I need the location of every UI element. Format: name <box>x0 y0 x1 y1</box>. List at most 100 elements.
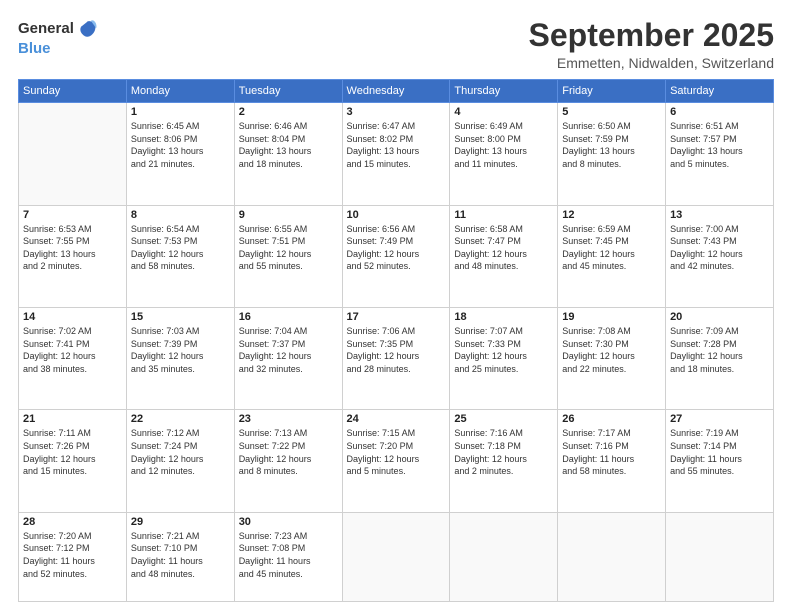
calendar-day-cell: 18 Sunrise: 7:07 AMSunset: 7:33 PMDayligh… <box>450 308 558 410</box>
calendar-day-cell: 20 Sunrise: 7:09 AMSunset: 7:28 PMDayligh… <box>666 308 774 410</box>
day-info: Sunrise: 7:13 AMSunset: 7:22 PMDaylight:… <box>239 427 338 477</box>
calendar-day-cell: 5 Sunrise: 6:50 AMSunset: 7:59 PMDaylight… <box>558 103 666 205</box>
logo: General Blue <box>18 18 98 58</box>
day-number: 13 <box>670 209 769 221</box>
day-info: Sunrise: 6:58 AMSunset: 7:47 PMDaylight:… <box>454 223 553 273</box>
day-number: 21 <box>23 413 122 425</box>
day-info: Sunrise: 7:23 AMSunset: 7:08 PMDaylight:… <box>239 530 338 580</box>
weekday-header-saturday: Saturday <box>666 80 774 103</box>
day-number: 25 <box>454 413 553 425</box>
day-number: 1 <box>131 106 230 118</box>
day-number: 5 <box>562 106 661 118</box>
day-number: 18 <box>454 311 553 323</box>
calendar-day-cell: 9 Sunrise: 6:55 AMSunset: 7:51 PMDaylight… <box>234 205 342 307</box>
day-number: 30 <box>239 516 338 528</box>
day-number: 24 <box>347 413 446 425</box>
month-title: September 2025 <box>529 18 774 53</box>
day-info: Sunrise: 7:08 AMSunset: 7:30 PMDaylight:… <box>562 325 661 375</box>
calendar-week-row: 7 Sunrise: 6:53 AMSunset: 7:55 PMDaylight… <box>19 205 774 307</box>
day-number: 28 <box>23 516 122 528</box>
calendar-day-cell: 13Sunrise: 7:00 AMSunset: 7:43 PMDayligh… <box>666 205 774 307</box>
day-number: 8 <box>131 209 230 221</box>
day-info: Sunrise: 7:21 AMSunset: 7:10 PMDaylight:… <box>131 530 230 580</box>
day-info: Sunrise: 7:09 AMSunset: 7:28 PMDaylight:… <box>670 325 769 375</box>
calendar-day-cell: 22 Sunrise: 7:12 AMSunset: 7:24 PMDayligh… <box>126 410 234 512</box>
calendar-day-cell: 10 Sunrise: 6:56 AMSunset: 7:49 PMDayligh… <box>342 205 450 307</box>
calendar-day-cell: 17 Sunrise: 7:06 AMSunset: 7:35 PMDayligh… <box>342 308 450 410</box>
day-info: Sunrise: 7:07 AMSunset: 7:33 PMDaylight:… <box>454 325 553 375</box>
day-info: Sunrise: 7:04 AMSunset: 7:37 PMDaylight:… <box>239 325 338 375</box>
calendar-day-cell: 2Sunrise: 6:46 AMSunset: 8:04 PMDaylight… <box>234 103 342 205</box>
calendar-day-cell: 19Sunrise: 7:08 AMSunset: 7:30 PMDayligh… <box>558 308 666 410</box>
day-number: 16 <box>239 311 338 323</box>
logo-general-text: General <box>18 21 74 38</box>
day-info: Sunrise: 6:45 AMSunset: 8:06 PMDaylight:… <box>131 120 230 170</box>
calendar-day-cell: 12 Sunrise: 6:59 AMSunset: 7:45 PMDayligh… <box>558 205 666 307</box>
day-info: Sunrise: 7:16 AMSunset: 7:18 PMDaylight:… <box>454 427 553 477</box>
day-info: Sunrise: 6:59 AMSunset: 7:45 PMDaylight:… <box>562 223 661 273</box>
header: General Blue September 2025 Emmetten, Ni… <box>18 18 774 71</box>
day-number: 27 <box>670 413 769 425</box>
calendar-table: SundayMondayTuesdayWednesdayThursdayFrid… <box>18 79 774 602</box>
day-info: Sunrise: 6:50 AMSunset: 7:59 PMDaylight:… <box>562 120 661 170</box>
calendar-day-cell: 28 Sunrise: 7:20 AMSunset: 7:12 PMDayligh… <box>19 512 127 601</box>
logo-icon <box>76 18 98 40</box>
calendar-day-cell: 29 Sunrise: 7:21 AMSunset: 7:10 PMDayligh… <box>126 512 234 601</box>
location-title: Emmetten, Nidwalden, Switzerland <box>529 55 774 71</box>
calendar-day-cell: 11 Sunrise: 6:58 AMSunset: 7:47 PMDayligh… <box>450 205 558 307</box>
day-number: 26 <box>562 413 661 425</box>
weekday-header-thursday: Thursday <box>450 80 558 103</box>
day-info: Sunrise: 6:47 AMSunset: 8:02 PMDaylight:… <box>347 120 446 170</box>
calendar-day-cell: 4Sunrise: 6:49 AMSunset: 8:00 PMDaylight… <box>450 103 558 205</box>
day-info: Sunrise: 6:55 AMSunset: 7:51 PMDaylight:… <box>239 223 338 273</box>
calendar-day-cell: 16 Sunrise: 7:04 AMSunset: 7:37 PMDayligh… <box>234 308 342 410</box>
day-info: Sunrise: 7:11 AMSunset: 7:26 PMDaylight:… <box>23 427 122 477</box>
calendar-week-row: 28 Sunrise: 7:20 AMSunset: 7:12 PMDayligh… <box>19 512 774 601</box>
day-number: 20 <box>670 311 769 323</box>
day-info: Sunrise: 7:17 AMSunset: 7:16 PMDaylight:… <box>562 427 661 477</box>
day-number: 14 <box>23 311 122 323</box>
day-number: 9 <box>239 209 338 221</box>
day-info: Sunrise: 7:20 AMSunset: 7:12 PMDaylight:… <box>23 530 122 580</box>
calendar-day-cell: 24 Sunrise: 7:15 AMSunset: 7:20 PMDayligh… <box>342 410 450 512</box>
day-info: Sunrise: 7:15 AMSunset: 7:20 PMDaylight:… <box>347 427 446 477</box>
day-number: 11 <box>454 209 553 221</box>
calendar-day-cell: 30 Sunrise: 7:23 AMSunset: 7:08 PMDayligh… <box>234 512 342 601</box>
weekday-header-tuesday: Tuesday <box>234 80 342 103</box>
day-info: Sunrise: 6:53 AMSunset: 7:55 PMDaylight:… <box>23 223 122 273</box>
calendar-day-cell <box>19 103 127 205</box>
calendar-day-cell: 3 Sunrise: 6:47 AMSunset: 8:02 PMDaylight… <box>342 103 450 205</box>
day-number: 7 <box>23 209 122 221</box>
calendar-week-row: 1 Sunrise: 6:45 AMSunset: 8:06 PMDaylight… <box>19 103 774 205</box>
day-info: Sunrise: 6:56 AMSunset: 7:49 PMDaylight:… <box>347 223 446 273</box>
title-block: September 2025 Emmetten, Nidwalden, Swit… <box>529 18 774 71</box>
day-info: Sunrise: 6:49 AMSunset: 8:00 PMDaylight:… <box>454 120 553 170</box>
day-number: 3 <box>347 106 446 118</box>
calendar-day-cell <box>342 512 450 601</box>
weekday-header-wednesday: Wednesday <box>342 80 450 103</box>
day-number: 23 <box>239 413 338 425</box>
calendar-week-row: 14Sunrise: 7:02 AMSunset: 7:41 PMDayligh… <box>19 308 774 410</box>
day-info: Sunrise: 7:06 AMSunset: 7:35 PMDaylight:… <box>347 325 446 375</box>
calendar-day-cell <box>558 512 666 601</box>
calendar-day-cell: 15Sunrise: 7:03 AMSunset: 7:39 PMDayligh… <box>126 308 234 410</box>
day-number: 22 <box>131 413 230 425</box>
weekday-header-sunday: Sunday <box>19 80 127 103</box>
weekday-header-friday: Friday <box>558 80 666 103</box>
day-info: Sunrise: 6:54 AMSunset: 7:53 PMDaylight:… <box>131 223 230 273</box>
calendar-day-cell: 21 Sunrise: 7:11 AMSunset: 7:26 PMDayligh… <box>19 410 127 512</box>
page: General Blue September 2025 Emmetten, Ni… <box>0 0 792 612</box>
calendar-day-cell: 6Sunrise: 6:51 AMSunset: 7:57 PMDaylight… <box>666 103 774 205</box>
day-number: 12 <box>562 209 661 221</box>
day-number: 29 <box>131 516 230 528</box>
day-number: 10 <box>347 209 446 221</box>
day-info: Sunrise: 7:12 AMSunset: 7:24 PMDaylight:… <box>131 427 230 477</box>
calendar-day-cell: 25 Sunrise: 7:16 AMSunset: 7:18 PMDayligh… <box>450 410 558 512</box>
day-number: 17 <box>347 311 446 323</box>
day-info: Sunrise: 7:19 AMSunset: 7:14 PMDaylight:… <box>670 427 769 477</box>
weekday-header-monday: Monday <box>126 80 234 103</box>
day-number: 15 <box>131 311 230 323</box>
day-number: 2 <box>239 106 338 118</box>
calendar-day-cell: 26 Sunrise: 7:17 AMSunset: 7:16 PMDayligh… <box>558 410 666 512</box>
calendar-day-cell: 1 Sunrise: 6:45 AMSunset: 8:06 PMDaylight… <box>126 103 234 205</box>
